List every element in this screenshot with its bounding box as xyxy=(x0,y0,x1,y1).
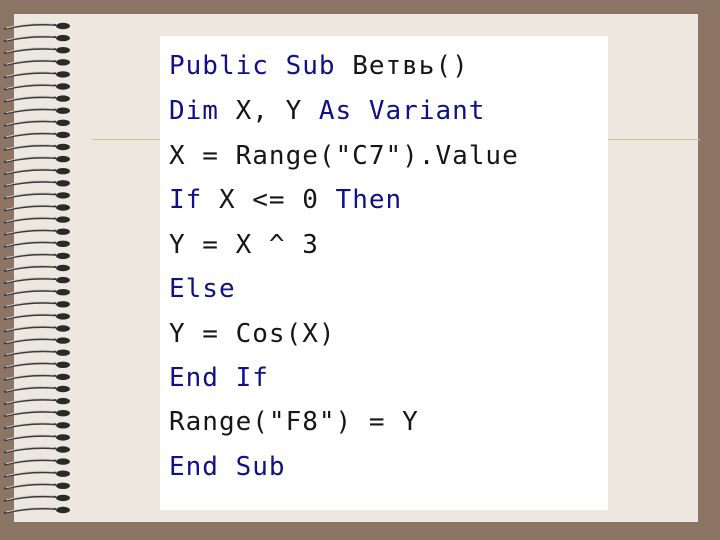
spiral-ring-icon xyxy=(3,289,70,297)
spiral-ring-icon xyxy=(3,131,70,139)
code-token: X = Range("C7").Value xyxy=(169,141,519,171)
spiral-ring-icon xyxy=(3,422,70,430)
code-token: Y = Cos(X) xyxy=(169,319,336,349)
spiral-ring-icon xyxy=(3,373,70,381)
spiral-ring-icon xyxy=(3,95,70,103)
spiral-ring-icon xyxy=(3,301,70,309)
code-token: Else xyxy=(169,274,236,304)
code-token: End Sub xyxy=(169,452,286,482)
spiral-ring-icon xyxy=(3,228,70,236)
spiral-ring-icon xyxy=(3,34,70,43)
spiral-ring-icon xyxy=(3,216,70,224)
spiral-ring-icon xyxy=(3,83,70,91)
spiral-ring-icon xyxy=(3,192,70,200)
code-token: As Variant xyxy=(318,96,486,126)
spiral-ring-icon xyxy=(3,458,70,466)
spiral-ring-icon xyxy=(3,71,70,79)
spiral-ring-icon xyxy=(3,59,70,67)
spiral-ring-icon xyxy=(3,385,70,393)
spiral-ring-icon xyxy=(3,22,70,30)
spiral-ring-icon xyxy=(3,361,70,369)
code-token: Y = X ^ 3 xyxy=(169,230,319,260)
code-token: Public Sub xyxy=(169,51,353,81)
code-line-6: Else xyxy=(169,269,236,309)
code-line-1: Public Sub Ветвь() xyxy=(169,46,469,86)
spiral-ring-icon xyxy=(3,252,70,260)
spiral-ring-icon xyxy=(3,47,70,55)
spiral-ring-icon xyxy=(3,107,70,115)
spiral-ring-icon xyxy=(3,482,70,490)
code-token: End If xyxy=(169,363,269,393)
spiral-ring-icon xyxy=(3,276,70,285)
spiral-ring-icon xyxy=(3,264,70,272)
code-line-9: Range("F8") = Y xyxy=(169,402,419,442)
code-line-8: End If xyxy=(169,358,269,398)
spiral-ring-icon xyxy=(3,470,70,478)
code-token: Then xyxy=(335,185,403,215)
code-panel: Public Sub Ветвь() Dim X, Y As Variant X… xyxy=(160,36,608,510)
spiral-ring-icon xyxy=(3,155,70,164)
spiral-ring-icon xyxy=(3,434,70,442)
code-line-7: Y = Cos(X) xyxy=(169,314,336,354)
spiral-ring-icon xyxy=(3,143,70,151)
code-token: X, Y xyxy=(235,96,319,126)
spiral-ring-icon xyxy=(3,446,70,454)
spiral-ring-icon xyxy=(3,313,70,321)
code-token: Dim xyxy=(169,96,236,126)
code-line-10: End Sub xyxy=(169,447,286,487)
spiral-binding-icon xyxy=(3,22,70,514)
spiral-ring-icon xyxy=(3,325,70,333)
code-line-2: Dim X, Y As Variant xyxy=(169,91,485,131)
spiral-ring-icon xyxy=(3,204,70,212)
code-token: X <= 0 xyxy=(218,185,336,215)
code-token: Ветвь() xyxy=(352,51,469,81)
spiral-ring-icon xyxy=(3,337,70,345)
code-token: If xyxy=(169,185,219,215)
spiral-ring-icon xyxy=(3,410,70,418)
code-line-5: Y = X ^ 3 xyxy=(169,225,319,265)
spiral-ring-icon xyxy=(3,506,70,514)
spiral-ring-icon xyxy=(3,349,70,357)
spiral-ring-icon xyxy=(3,180,70,188)
spiral-ring-icon xyxy=(3,240,70,248)
spiral-ring-icon xyxy=(3,119,70,127)
spiral-ring-icon xyxy=(3,168,70,176)
code-line-4: If X <= 0 Then xyxy=(169,180,402,220)
code-token: Range("F8") = Y xyxy=(169,407,419,437)
code-line-3: X = Range("C7").Value xyxy=(169,136,519,176)
spiral-ring-icon xyxy=(3,494,70,502)
spiral-ring-icon xyxy=(3,397,70,406)
